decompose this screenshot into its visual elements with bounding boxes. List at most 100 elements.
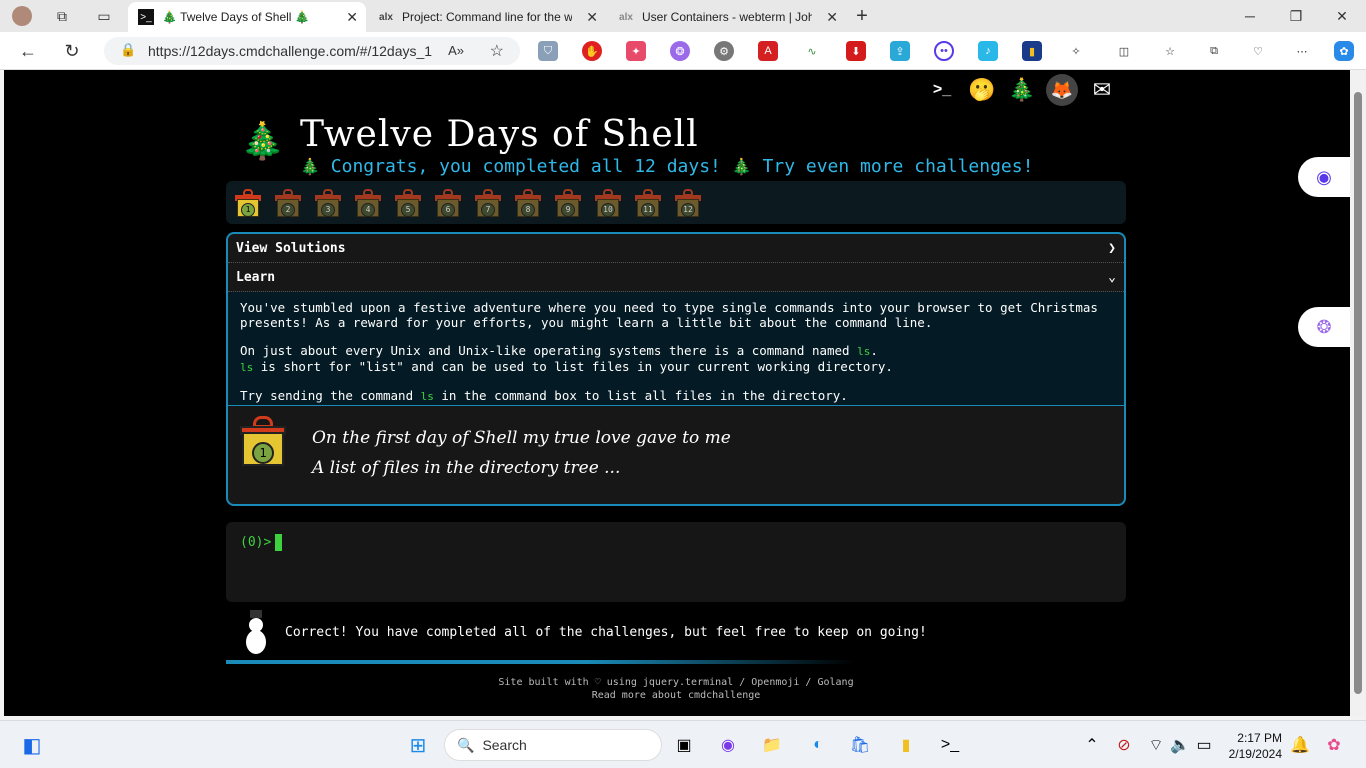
new-tab-button[interactable]: + bbox=[852, 5, 872, 27]
shield-extension-icon[interactable]: ⛉ bbox=[538, 41, 558, 61]
performance-icon[interactable]: ♡ bbox=[1248, 41, 1268, 61]
brain-side-icon[interactable]: ❂ bbox=[1298, 307, 1350, 347]
extension-icon[interactable]: ✦ bbox=[626, 41, 646, 61]
audio-extension-icon[interactable]: ∿ bbox=[802, 41, 822, 61]
command-terminal[interactable]: (0)> bbox=[226, 522, 1126, 602]
read-aloud-icon[interactable]: A» bbox=[448, 43, 464, 58]
file-explorer-icon[interactable]: 📁 bbox=[760, 733, 784, 757]
gift-number: 8 bbox=[521, 202, 535, 217]
scrollbar-thumb[interactable] bbox=[1354, 92, 1362, 694]
envelope-icon[interactable]: ✉ bbox=[1086, 74, 1118, 106]
chevron-up-icon[interactable]: ⌃ bbox=[1080, 733, 1104, 757]
music-extension-icon[interactable]: ♪ bbox=[978, 41, 998, 61]
header-tree-icon: 🎄 bbox=[240, 120, 285, 161]
close-window-icon[interactable]: ✕ bbox=[1332, 6, 1352, 26]
terminal-icon[interactable]: >_ bbox=[926, 74, 958, 106]
store-icon[interactable]: 🛍 bbox=[848, 733, 872, 757]
terminal-prompt: (0)> bbox=[240, 535, 272, 550]
gift-number: 3 bbox=[321, 202, 335, 217]
edge-icon[interactable]: ◐ bbox=[806, 733, 830, 757]
gift-number: 2 bbox=[281, 202, 295, 217]
close-tab-icon[interactable]: ✕ bbox=[826, 9, 838, 26]
media-app-icon[interactable]: ◉ bbox=[716, 733, 740, 757]
terminal-taskbar-icon[interactable]: >_ bbox=[938, 733, 962, 757]
learn-toggle[interactable]: Learn ⌄ bbox=[228, 263, 1124, 292]
gift-number: 6 bbox=[441, 202, 455, 217]
learn-label: Learn bbox=[236, 269, 276, 285]
try-more-link[interactable]: Try even more challenges! bbox=[763, 156, 1034, 177]
gift-day-11[interactable]: 11 bbox=[634, 188, 662, 217]
close-tab-icon[interactable]: ✕ bbox=[346, 9, 358, 26]
gift-day-5[interactable]: 5 bbox=[394, 188, 422, 217]
christmas-tree-icon[interactable]: 🎄 bbox=[1006, 74, 1038, 106]
gift-day-1[interactable]: 1 bbox=[234, 188, 262, 217]
start-icon[interactable]: ⊞ bbox=[406, 733, 430, 757]
gift-day-6[interactable]: 6 bbox=[434, 188, 462, 217]
collections-icon[interactable]: ⧉ bbox=[1204, 41, 1224, 61]
upload-extension-icon[interactable]: ⇪ bbox=[890, 41, 910, 61]
workspaces-icon[interactable]: ⧉ bbox=[52, 6, 72, 26]
restore-icon[interactable]: ❐ bbox=[1286, 6, 1306, 26]
favorites-icon[interactable]: ☆ bbox=[1160, 41, 1180, 61]
profile-avatar[interactable] bbox=[12, 6, 32, 26]
verse-section: 1 On the first day of Shell my true love… bbox=[228, 406, 1124, 504]
gift-day-10[interactable]: 10 bbox=[594, 188, 622, 217]
wifi-icon[interactable]: ⌔ bbox=[1144, 733, 1168, 757]
copilot-icon[interactable]: ✿ bbox=[1334, 41, 1354, 61]
view-solutions-toggle[interactable]: View Solutions ❯ bbox=[228, 234, 1124, 263]
status-message: Correct! You have completed all of the c… bbox=[285, 625, 927, 640]
gift-day-7[interactable]: 7 bbox=[474, 188, 502, 217]
gift-number: 10 bbox=[601, 202, 615, 217]
brain-extension-icon[interactable]: ❂ bbox=[670, 41, 690, 61]
vscode-taskbar-icon[interactable]: ▮ bbox=[894, 733, 918, 757]
back-icon[interactable]: ← bbox=[18, 41, 38, 61]
puzzle-extensions-icon[interactable]: ✧ bbox=[1066, 41, 1086, 61]
emoji-face-icon[interactable]: 🫢 bbox=[966, 74, 998, 106]
tab-user-containers[interactable]: alx User Containers - webterm | Joha ✕ bbox=[608, 2, 846, 32]
url-field[interactable]: 🔒 https://12days.cmdchallenge.com/#/12da… bbox=[104, 37, 520, 65]
vscode-extension-icon[interactable]: ▮ bbox=[1022, 41, 1042, 61]
favorite-star-icon[interactable]: ☆ bbox=[490, 41, 504, 61]
learn-paragraph-2: On just about every Unix and Unix-like o… bbox=[240, 343, 893, 374]
refresh-icon[interactable]: ↻ bbox=[62, 41, 82, 61]
split-screen-icon[interactable]: ◫ bbox=[1114, 41, 1134, 61]
clock-time: 2:17 PM bbox=[1237, 731, 1282, 745]
gear-extension-icon[interactable]: ⚙ bbox=[714, 41, 734, 61]
tab-twelve-days[interactable]: >_ 🎄 Twelve Days of Shell 🎄 ✕ bbox=[128, 2, 366, 32]
notification-bell-icon[interactable]: 🔔 bbox=[1288, 733, 1312, 757]
terminal-cursor bbox=[275, 534, 283, 551]
gift-day-8[interactable]: 8 bbox=[514, 188, 542, 217]
widgets-icon[interactable]: ◧ bbox=[20, 733, 44, 757]
tab-project[interactable]: alx Project: Command line for the w ✕ bbox=[368, 2, 606, 32]
gift-number: 12 bbox=[681, 202, 695, 217]
gift-day-2[interactable]: 2 bbox=[274, 188, 302, 217]
footer: Site built with ♡ using jquery.terminal … bbox=[226, 676, 1126, 702]
adblock-extension-icon[interactable]: ✋ bbox=[582, 41, 602, 61]
security-tray-icon[interactable]: ⊘ bbox=[1112, 733, 1136, 757]
taskbar-search[interactable]: 🔍 Search bbox=[444, 729, 662, 761]
pdf-extension-icon[interactable]: A bbox=[758, 41, 778, 61]
minimize-icon[interactable]: ─ bbox=[1240, 6, 1260, 26]
gift-day-9[interactable]: 9 bbox=[554, 188, 582, 217]
download-extension-icon[interactable]: ⬇ bbox=[846, 41, 866, 61]
congrats-text: Congrats, you completed all 12 days! bbox=[330, 156, 721, 177]
tree-icon: 🎄 bbox=[731, 157, 752, 176]
close-tab-icon[interactable]: ✕ bbox=[586, 9, 598, 26]
gift-day-12[interactable]: 12 bbox=[674, 188, 702, 217]
system-clock[interactable]: 2:17 PM 2/19/2024 bbox=[1226, 730, 1282, 762]
task-view-icon[interactable]: ▣ bbox=[672, 733, 696, 757]
gift-day-3[interactable]: 3 bbox=[314, 188, 342, 217]
chatbot-extension-icon[interactable]: •• bbox=[934, 41, 954, 61]
ls-code: ls bbox=[240, 361, 254, 374]
gift-number: 5 bbox=[401, 202, 415, 217]
gift-day-4[interactable]: 4 bbox=[354, 188, 382, 217]
read-more-link[interactable]: Read more about cmdchallenge bbox=[226, 689, 1126, 702]
scrollbar[interactable] bbox=[1350, 70, 1366, 716]
more-menu-icon[interactable]: ⋯ bbox=[1292, 41, 1312, 61]
volume-icon[interactable]: 🔈 bbox=[1168, 733, 1192, 757]
gitlab-icon[interactable]: 🦊 bbox=[1046, 74, 1078, 106]
tab-actions-icon[interactable]: ▭ bbox=[94, 6, 114, 26]
battery-icon[interactable]: ▭ bbox=[1192, 733, 1216, 757]
copilot-taskbar-icon[interactable]: ✿ bbox=[1322, 733, 1346, 757]
chatbot-side-icon[interactable]: ◉ bbox=[1298, 157, 1350, 197]
